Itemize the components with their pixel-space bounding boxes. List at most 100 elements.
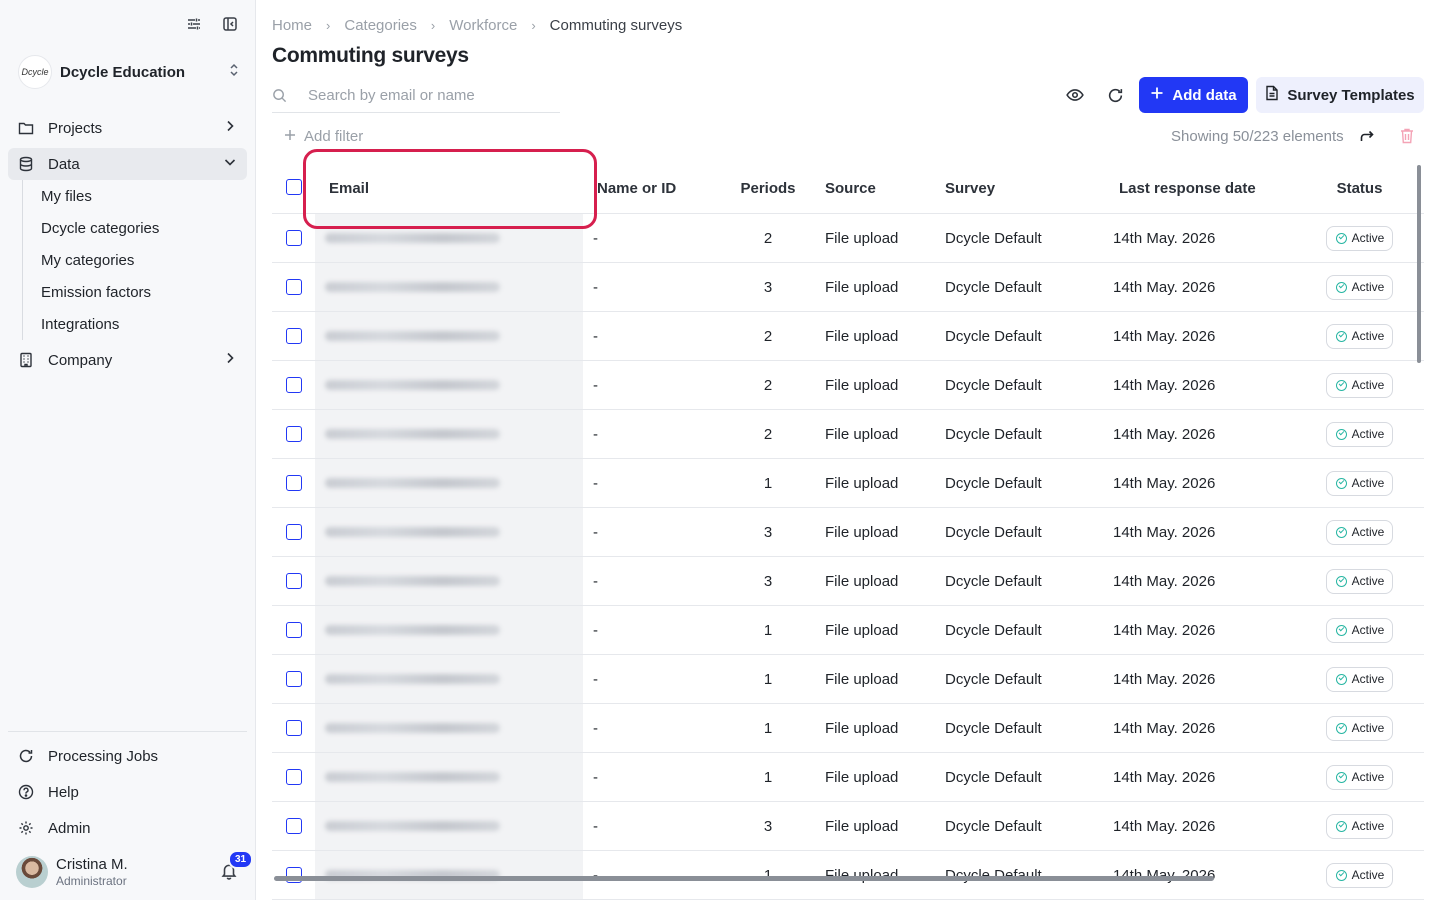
status-cell: Active [1283, 470, 1424, 496]
name-cell: - [593, 817, 598, 835]
periods-cell: 1 [763, 768, 773, 786]
survey-cell: Dcycle Default [945, 719, 1042, 737]
nav-label: Help [48, 783, 79, 801]
column-header-periods[interactable]: Periods [733, 180, 803, 197]
trash-icon[interactable] [1399, 127, 1415, 149]
user-profile[interactable]: Cristina M. Administrator 31 [16, 850, 254, 888]
notifications-bell-icon[interactable]: 31 [220, 850, 254, 882]
redacted-email [325, 478, 500, 488]
nav-company[interactable]: Company [8, 344, 247, 376]
nav-admin[interactable]: Admin [8, 812, 247, 844]
subnav-my-files[interactable]: My files [23, 180, 242, 212]
status-cell: Active [1283, 666, 1424, 692]
table-body: - 2 File upload Dcycle Default 14th May. 202… [272, 214, 1424, 900]
eye-icon[interactable] [1065, 85, 1085, 105]
table-row[interactable]: - 1 File upload Dcycle Default 14th May. 202… [272, 655, 1424, 704]
status-cell: Active [1283, 225, 1424, 251]
row-checkbox[interactable] [285, 377, 302, 393]
source-cell: File upload [825, 670, 899, 688]
page-title: Commuting surveys [272, 44, 469, 67]
column-header-status[interactable]: Status [1283, 180, 1424, 197]
name-cell: - [593, 474, 598, 492]
export-arrow-icon[interactable] [1359, 128, 1375, 148]
row-checkbox[interactable] [285, 769, 302, 785]
check-circle-icon [1335, 820, 1347, 832]
table-row[interactable]: - 3 File upload Dcycle Default 14th May. 202… [272, 557, 1424, 606]
nav-help[interactable]: Help [8, 776, 247, 808]
row-checkbox[interactable] [285, 230, 302, 246]
row-checkbox[interactable] [285, 328, 302, 344]
survey-cell: Dcycle Default [945, 768, 1042, 786]
table-row[interactable]: - 2 File upload Dcycle Default 14th May. 202… [272, 214, 1424, 263]
check-circle-icon [1335, 379, 1347, 391]
table-row[interactable]: - 1 File upload Dcycle Default 14th May. 202… [272, 606, 1424, 655]
chevron-right-icon [223, 351, 237, 369]
horizontal-scrollbar[interactable] [274, 876, 1214, 881]
last-response-date-cell: 14th May. 2026 [1113, 327, 1216, 345]
row-checkbox[interactable] [285, 671, 302, 687]
chevron-right-icon: › [531, 18, 536, 33]
column-header-last-response-date[interactable]: Last response date [1083, 180, 1283, 197]
status-badge: Active [1325, 568, 1394, 594]
status-cell: Active [1283, 715, 1424, 741]
sliders-icon[interactable] [184, 14, 204, 34]
refresh-icon[interactable] [1105, 85, 1125, 105]
check-circle-icon [1335, 428, 1347, 440]
table-row[interactable]: - 2 File upload Dcycle Default 14th May. 202… [272, 361, 1424, 410]
subnav-dcycle-categories[interactable]: Dcycle categories [23, 212, 242, 244]
nav-projects[interactable]: Projects [8, 112, 247, 144]
table-row[interactable]: - 3 File upload Dcycle Default 14th May. 202… [272, 508, 1424, 557]
table-row[interactable]: - 1 File upload Dcycle Default 14th May. 202… [272, 753, 1424, 802]
add-filter-button[interactable]: Add filter [284, 128, 363, 145]
column-header-survey[interactable]: Survey [923, 180, 1083, 197]
table-row[interactable]: - 2 File upload Dcycle Default 14th May. 202… [272, 410, 1424, 459]
column-header-email[interactable]: Email [315, 163, 583, 213]
subnav-my-categories[interactable]: My categories [23, 244, 242, 276]
table-row[interactable]: - 2 File upload Dcycle Default 14th May. 202… [272, 312, 1424, 361]
gear-icon [18, 820, 34, 836]
column-header-source[interactable]: Source [803, 180, 923, 197]
subnav-emission-factors[interactable]: Emission factors [23, 276, 242, 308]
breadcrumb-home[interactable]: Home [272, 17, 312, 34]
nav-processing-jobs[interactable]: Processing Jobs [8, 740, 247, 772]
email-cell [315, 410, 583, 458]
data-subnav: My files Dcycle categories My categories… [22, 180, 242, 340]
select-all-checkbox[interactable] [285, 179, 302, 195]
notification-count-badge: 31 [228, 850, 254, 869]
row-checkbox[interactable] [285, 573, 302, 589]
column-header-name[interactable]: Name or ID [583, 180, 733, 197]
nav-label: Processing Jobs [48, 747, 159, 765]
name-cell: - [593, 425, 598, 443]
subnav-integrations[interactable]: Integrations [23, 308, 242, 340]
add-data-button[interactable]: Add data [1139, 77, 1248, 113]
row-checkbox[interactable] [285, 524, 302, 540]
survey-templates-button[interactable]: Survey Templates [1256, 77, 1424, 113]
breadcrumb-workforce[interactable]: Workforce [449, 17, 517, 34]
last-response-date-cell: 14th May. 2026 [1113, 229, 1216, 247]
breadcrumb-categories[interactable]: Categories [344, 17, 417, 34]
row-checkbox[interactable] [285, 279, 302, 295]
table-row[interactable]: - 3 File upload Dcycle Default 14th May. 202… [272, 802, 1424, 851]
status-label: Active [1351, 819, 1385, 833]
vertical-scrollbar[interactable] [1417, 165, 1421, 363]
row-checkbox[interactable] [285, 720, 302, 736]
nav-data[interactable]: Data [8, 148, 247, 180]
email-cell [315, 312, 583, 360]
search-input[interactable] [308, 86, 548, 104]
organization-switcher[interactable]: Dcycle Dcycle Education [18, 55, 240, 89]
row-checkbox[interactable] [285, 426, 302, 442]
collapse-sidebar-icon[interactable] [220, 14, 240, 34]
table-row[interactable]: - 1 File upload Dcycle Default 14th May. 202… [272, 704, 1424, 753]
user-role: Administrator [56, 874, 127, 888]
table-row[interactable]: - 3 File upload Dcycle Default 14th May. 202… [272, 263, 1424, 312]
row-checkbox[interactable] [285, 622, 302, 638]
search-icon [272, 88, 288, 103]
surveys-table: Email Name or ID Periods Source Survey L… [272, 163, 1424, 900]
table-row[interactable]: - 1 File upload Dcycle Default 14th May. 202… [272, 459, 1424, 508]
name-cell: - [593, 572, 598, 590]
check-circle-icon [1335, 526, 1347, 538]
row-checkbox[interactable] [285, 475, 302, 491]
status-label: Active [1351, 525, 1385, 539]
row-checkbox[interactable] [285, 818, 302, 834]
source-cell: File upload [825, 572, 899, 590]
